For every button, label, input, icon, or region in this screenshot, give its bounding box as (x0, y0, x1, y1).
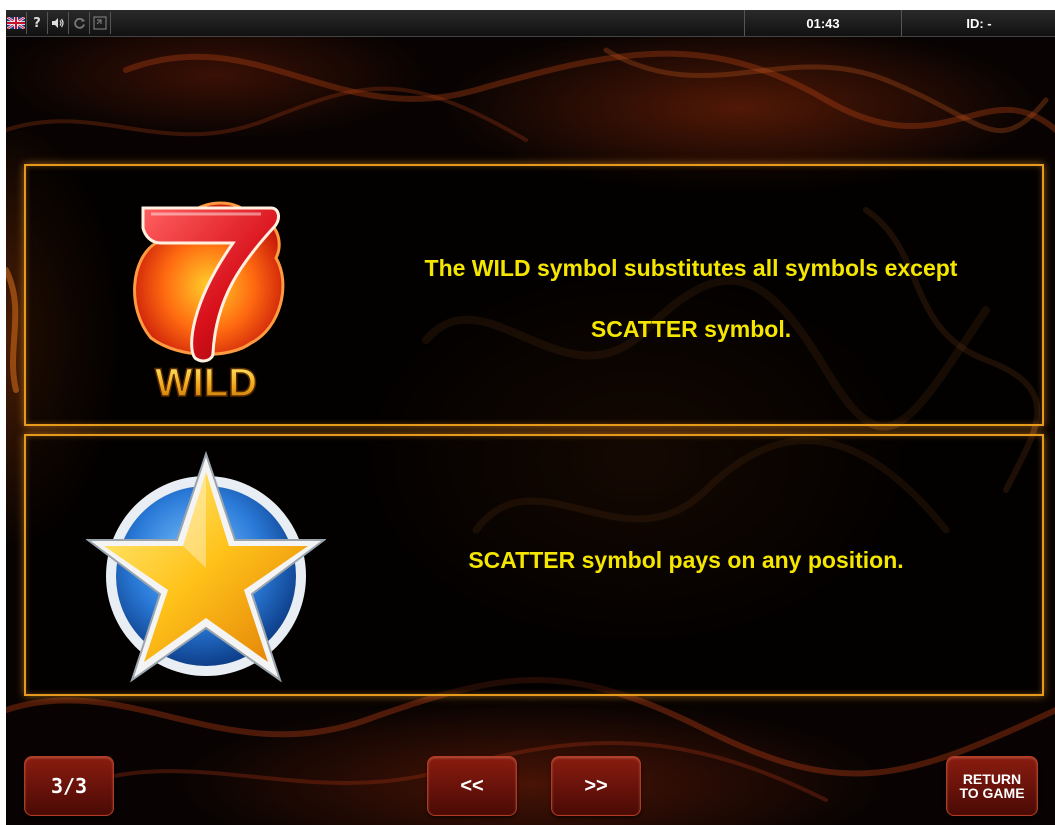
paytable-screen: ? 01:43 ID: - WILD The WILD symbol subst… (6, 10, 1055, 825)
wild-label: WILD (155, 361, 257, 405)
help-button[interactable]: ? (27, 12, 47, 34)
previous-page-button[interactable]: << (427, 756, 517, 816)
reload-icon[interactable] (69, 12, 89, 34)
divider (110, 12, 111, 34)
speaker-icon[interactable] (48, 12, 68, 34)
wild-description-line-1: The WILD symbol substitutes all symbols … (424, 255, 958, 281)
return-label-line-1: RETURN (962, 771, 1022, 787)
wild-description: The WILD symbol substitutes all symbols … (366, 238, 1016, 360)
wild-description-line-2: SCATTER symbol. (590, 316, 792, 342)
page-indicator: 3/3 (24, 756, 114, 816)
top-status-bar: ? 01:43 ID: - (6, 10, 1055, 37)
fullscreen-icon[interactable] (90, 12, 110, 34)
clock: 01:43 (744, 10, 901, 36)
uk-flag-icon[interactable] (6, 12, 26, 34)
return-to-game-button[interactable]: RETURN TO GAME (946, 756, 1038, 816)
return-label-line-2: TO GAME (959, 785, 1025, 801)
scatter-symbol-panel: SCATTER symbol pays on any position. (24, 434, 1044, 696)
wild-symbol-panel: WILD The WILD symbol substitutes all sym… (24, 164, 1044, 426)
scatter-description: SCATTER symbol pays on any position. (468, 547, 904, 573)
scatter-star-icon (86, 450, 326, 683)
wild-seven-icon: WILD (133, 201, 285, 406)
session-id: ID: - (901, 10, 1055, 36)
next-page-button[interactable]: >> (551, 756, 641, 816)
